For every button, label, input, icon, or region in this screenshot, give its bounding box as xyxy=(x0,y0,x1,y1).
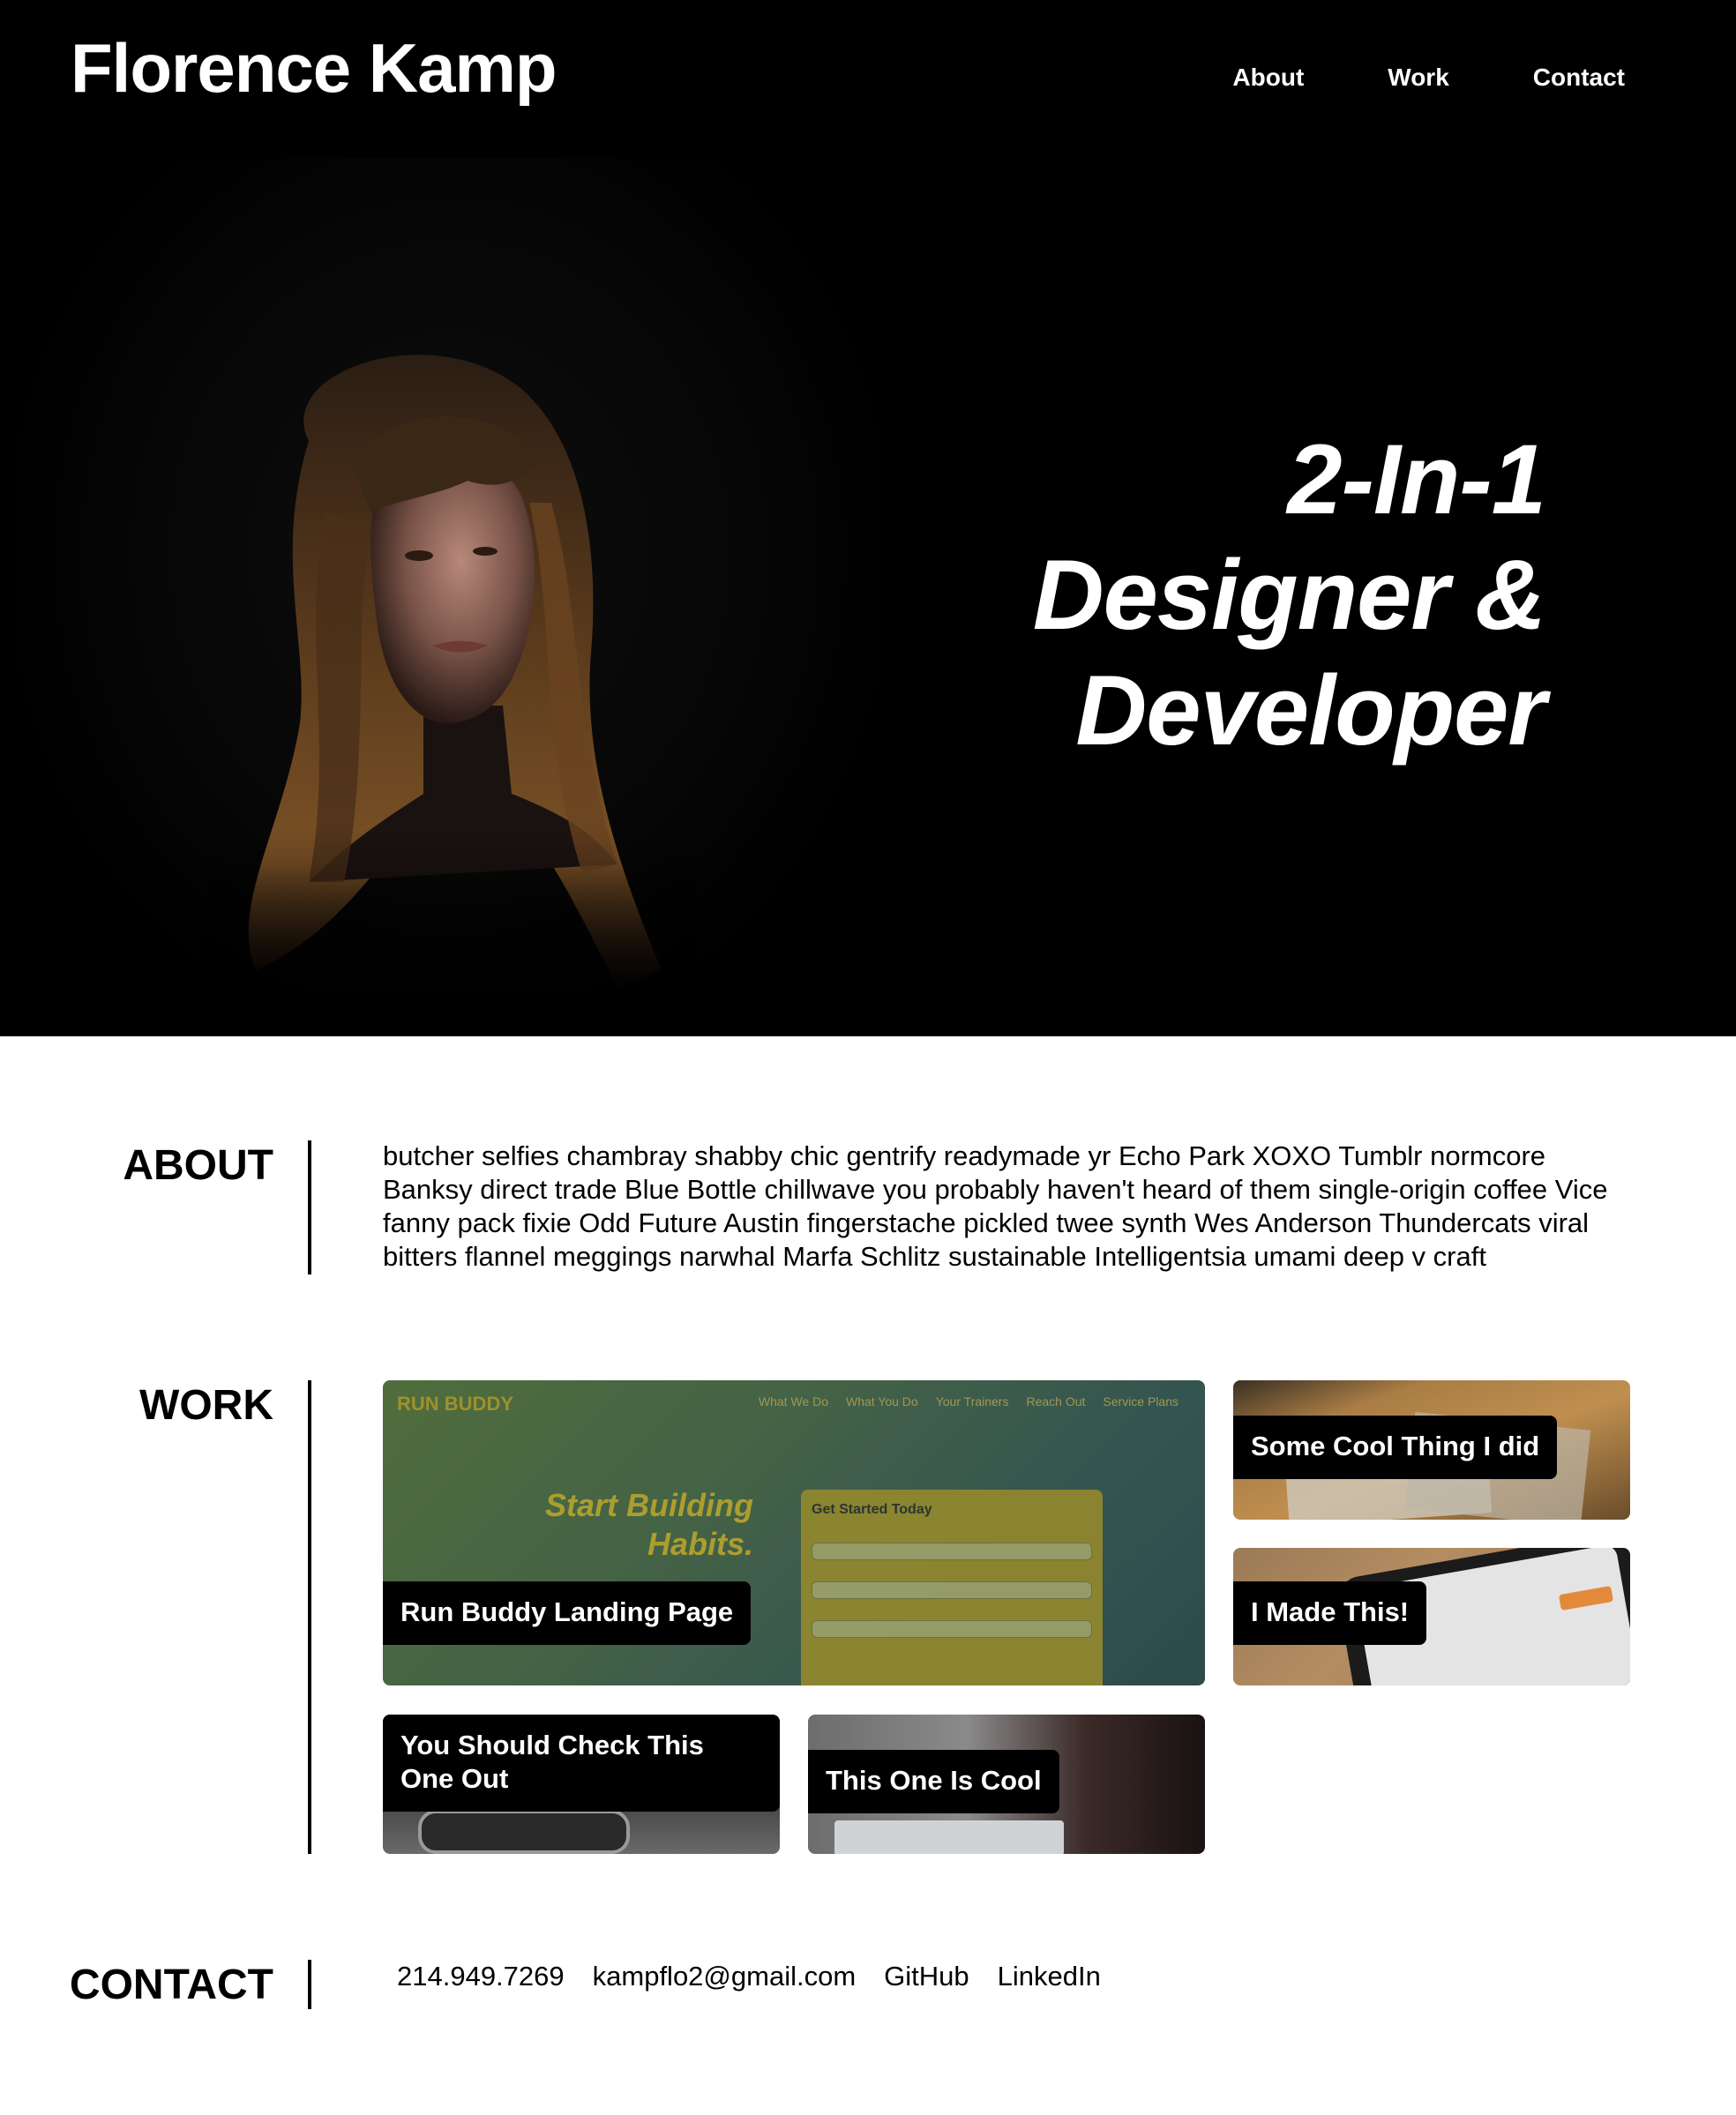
headline-line-2: Designer & xyxy=(1032,540,1546,650)
headline-line-1: 2-In-1 xyxy=(1287,424,1546,534)
contact-divider xyxy=(308,1960,311,2009)
hero-section: Florence Kamp About Work Contact 2-In-1 … xyxy=(0,0,1736,1036)
nav-link-contact[interactable]: Contact xyxy=(1533,64,1625,92)
contact-email-link[interactable]: kampflo2@gmail.com xyxy=(593,1960,857,1993)
screen-shape xyxy=(834,1820,1064,1854)
project-title: Run Buddy Landing Page xyxy=(383,1581,752,1645)
main-nav: About Work Contact xyxy=(1232,64,1625,92)
contact-heading: CONTACT xyxy=(69,1962,273,2008)
nav-link-about[interactable]: About xyxy=(1232,64,1304,92)
nav-link-work[interactable]: Work xyxy=(1388,64,1449,92)
headline-line-3: Developer xyxy=(1075,655,1546,766)
work-divider xyxy=(308,1380,311,1854)
work-heading: WORK xyxy=(139,1382,273,1429)
project-card-this-one-cool[interactable]: This One Is Cool xyxy=(808,1715,1205,1854)
project-title: You Should Check This One Out xyxy=(383,1715,780,1812)
project-title: This One Is Cool xyxy=(808,1750,1059,1813)
device-shape xyxy=(418,1810,630,1854)
contact-linkedin-link[interactable]: LinkedIn xyxy=(998,1960,1101,1993)
project-card-made-this[interactable]: I Made This! xyxy=(1233,1548,1630,1685)
site-name[interactable]: Florence Kamp xyxy=(71,34,557,102)
hero-headline: 2-In-1 Designer & Developer xyxy=(875,422,1546,768)
portrait-image xyxy=(203,335,697,1036)
project-card-cool-thing[interactable]: Some Cool Thing I did xyxy=(1233,1380,1630,1520)
project-card-check-this[interactable]: You Should Check This One Out xyxy=(383,1715,780,1854)
project-title: I Made This! xyxy=(1233,1581,1427,1645)
contact-phone-link[interactable]: 214.949.7269 xyxy=(397,1960,565,1993)
about-heading: ABOUT xyxy=(123,1142,273,1189)
project-title: Some Cool Thing I did xyxy=(1233,1416,1558,1479)
about-divider xyxy=(308,1140,311,1274)
project-card-run-buddy[interactable]: RUN BUDDY What We Do What You Do Your Tr… xyxy=(383,1380,1205,1685)
contact-github-link[interactable]: GitHub xyxy=(884,1960,969,1993)
about-text: butcher selfies chambray shabby chic gen… xyxy=(383,1140,1608,1272)
contact-links: 214.949.7269 kampflo2@gmail.com GitHub L… xyxy=(397,1960,1101,1993)
